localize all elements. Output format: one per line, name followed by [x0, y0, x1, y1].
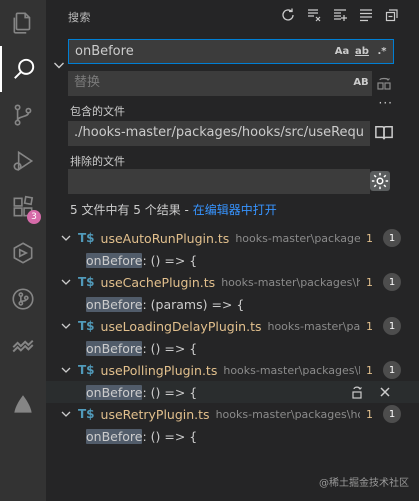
- match-text: : () => {: [142, 384, 198, 400]
- results-summary-text: 5 文件中有 5 个结果 -: [70, 203, 193, 217]
- search-icon[interactable]: [0, 46, 46, 92]
- clear-results-icon[interactable]: [305, 6, 323, 24]
- dismiss-close-icon[interactable]: [377, 384, 393, 400]
- result-file-path: hooks-master\packages\hooks\src\useReque…: [215, 407, 360, 421]
- explorer-icon[interactable]: [0, 0, 46, 46]
- result-file-name: usePollingPlugin.ts: [100, 362, 218, 378]
- match-highlight: onBefore: [86, 340, 143, 356]
- include-field-box: [68, 121, 370, 146]
- run-debug-icon[interactable]: [0, 138, 46, 184]
- match-highlight: onBefore: [86, 296, 143, 312]
- replace-input[interactable]: [68, 71, 298, 94]
- result-file-count: 1: [366, 407, 373, 421]
- result-file-name: useLoadingDelayPlugin.ts: [100, 318, 262, 334]
- result-file-count: 1: [366, 231, 373, 245]
- title-actions: [279, 6, 401, 24]
- result-match-row[interactable]: onBefore: (params) => {: [46, 293, 419, 315]
- result-count-badge: 1: [383, 229, 401, 247]
- match-case-toggle[interactable]: Aa: [334, 43, 350, 59]
- chevron-down-icon[interactable]: [60, 232, 72, 244]
- replace-all-icon[interactable]: [376, 75, 392, 91]
- view-as-list-icon[interactable]: [357, 6, 375, 24]
- toggle-details-button[interactable]: ···: [379, 96, 393, 110]
- result-count-badge: 1: [383, 361, 401, 379]
- toggle-replace-chevron-down-icon[interactable]: [52, 58, 66, 72]
- result-file-row[interactable]: T$ usePollingPlugin.ts hooks-master\pack…: [46, 359, 419, 381]
- result-file-path: hooks-master\packages\hooks\src\useReque…: [221, 275, 360, 289]
- result-file-name: useAutoRunPlugin.ts: [100, 230, 230, 246]
- match-text: : (params) => {: [142, 296, 245, 312]
- chevron-down-icon[interactable]: [60, 276, 72, 288]
- use-exclude-settings-gear-icon[interactable]: [370, 171, 390, 191]
- typescript-file-icon: T$: [78, 319, 95, 333]
- replace-icon[interactable]: [349, 384, 365, 400]
- result-file-count: 1: [366, 363, 373, 377]
- match-highlight: onBefore: [86, 428, 143, 444]
- result-match-row[interactable]: onBefore: () => {: [46, 337, 419, 359]
- include-input[interactable]: [68, 121, 364, 144]
- search-input-box: Aa ab .*: [68, 39, 394, 64]
- open-editors-only-book-icon[interactable]: [374, 123, 394, 143]
- exclude-input[interactable]: [68, 169, 364, 192]
- source-control-icon[interactable]: [0, 92, 46, 138]
- result-count-badge: 1: [383, 317, 401, 335]
- result-file-count: 1: [366, 319, 373, 333]
- result-file-row[interactable]: T$ useCachePlugin.ts hooks-master\packag…: [46, 271, 419, 293]
- search-sidebar: 搜索 Aa ab .* AB: [46, 0, 419, 501]
- whole-word-toggle[interactable]: ab: [354, 43, 370, 59]
- open-in-editor-link[interactable]: 在编辑器中打开: [193, 203, 277, 217]
- regex-toggle[interactable]: .*: [374, 43, 390, 59]
- match-text: : () => {: [142, 252, 198, 268]
- activity-bar: 3: [0, 0, 46, 501]
- sidebar-title: 搜索: [68, 11, 91, 24]
- bookmark-icon[interactable]: [0, 382, 46, 428]
- result-file-row[interactable]: T$ useRetryPlugin.ts hooks-master\packag…: [46, 403, 419, 425]
- exclude-field-box: [68, 169, 370, 194]
- result-match-row[interactable]: onBefore: () => {: [46, 249, 419, 271]
- result-file-name: useCachePlugin.ts: [100, 274, 216, 290]
- preserve-case-toggle[interactable]: AB: [353, 74, 369, 90]
- match-text: : () => {: [142, 340, 198, 356]
- chevron-down-icon[interactable]: [60, 320, 72, 332]
- typescript-file-icon: T$: [78, 363, 95, 377]
- result-file-row[interactable]: T$ useAutoRunPlugin.ts hooks-master\pack…: [46, 227, 419, 249]
- chevron-down-icon[interactable]: [60, 408, 72, 420]
- typescript-file-icon: T$: [78, 275, 95, 289]
- live-share-icon[interactable]: [0, 322, 46, 368]
- result-file-row[interactable]: T$ useLoadingDelayPlugin.ts hooks-master…: [46, 315, 419, 337]
- typescript-file-icon: T$: [78, 407, 95, 421]
- replace-options: AB: [353, 74, 369, 90]
- typescript-file-icon: T$: [78, 231, 95, 245]
- result-match-row[interactable]: onBefore: () => {: [46, 425, 419, 447]
- match-text: : () => {: [142, 428, 198, 444]
- match-highlight: onBefore: [86, 384, 143, 400]
- match-row-actions: [349, 384, 393, 400]
- search-input[interactable]: [69, 40, 299, 63]
- new-search-editor-icon[interactable]: [331, 6, 349, 24]
- extensions-icon[interactable]: 3: [0, 184, 46, 230]
- result-count-badge: 1: [383, 273, 401, 291]
- result-file-path: hooks-master\packages\hooks\src: [267, 319, 360, 333]
- chevron-down-icon[interactable]: [60, 364, 72, 376]
- watermark: @稀土掘金技术社区: [319, 478, 409, 489]
- search-options: Aa ab .*: [334, 43, 390, 59]
- results-tree: T$ useAutoRunPlugin.ts hooks-master\pack…: [46, 227, 419, 447]
- exclude-label: 排除的文件: [70, 155, 125, 168]
- result-file-name: useRetryPlugin.ts: [100, 406, 210, 422]
- remote-icon[interactable]: [0, 230, 46, 276]
- result-count-badge: 1: [383, 405, 401, 423]
- replace-input-box: AB: [68, 71, 372, 96]
- extensions-badge: 3: [27, 210, 41, 224]
- refresh-icon[interactable]: [279, 6, 297, 24]
- git-graph-icon[interactable]: [0, 276, 46, 322]
- result-match-row-hovered[interactable]: onBefore: () => {: [46, 381, 419, 403]
- result-file-count: 1: [366, 275, 373, 289]
- result-file-path: hooks-master\packages\hooks\src\useReque…: [223, 363, 360, 377]
- result-file-path: hooks-master\packages\hooks\src\useReque…: [235, 231, 360, 245]
- include-label: 包含的文件: [70, 105, 125, 118]
- match-highlight: onBefore: [86, 252, 143, 268]
- collapse-all-icon[interactable]: [383, 6, 401, 24]
- results-summary: 5 文件中有 5 个结果 - 在编辑器中打开: [70, 201, 277, 218]
